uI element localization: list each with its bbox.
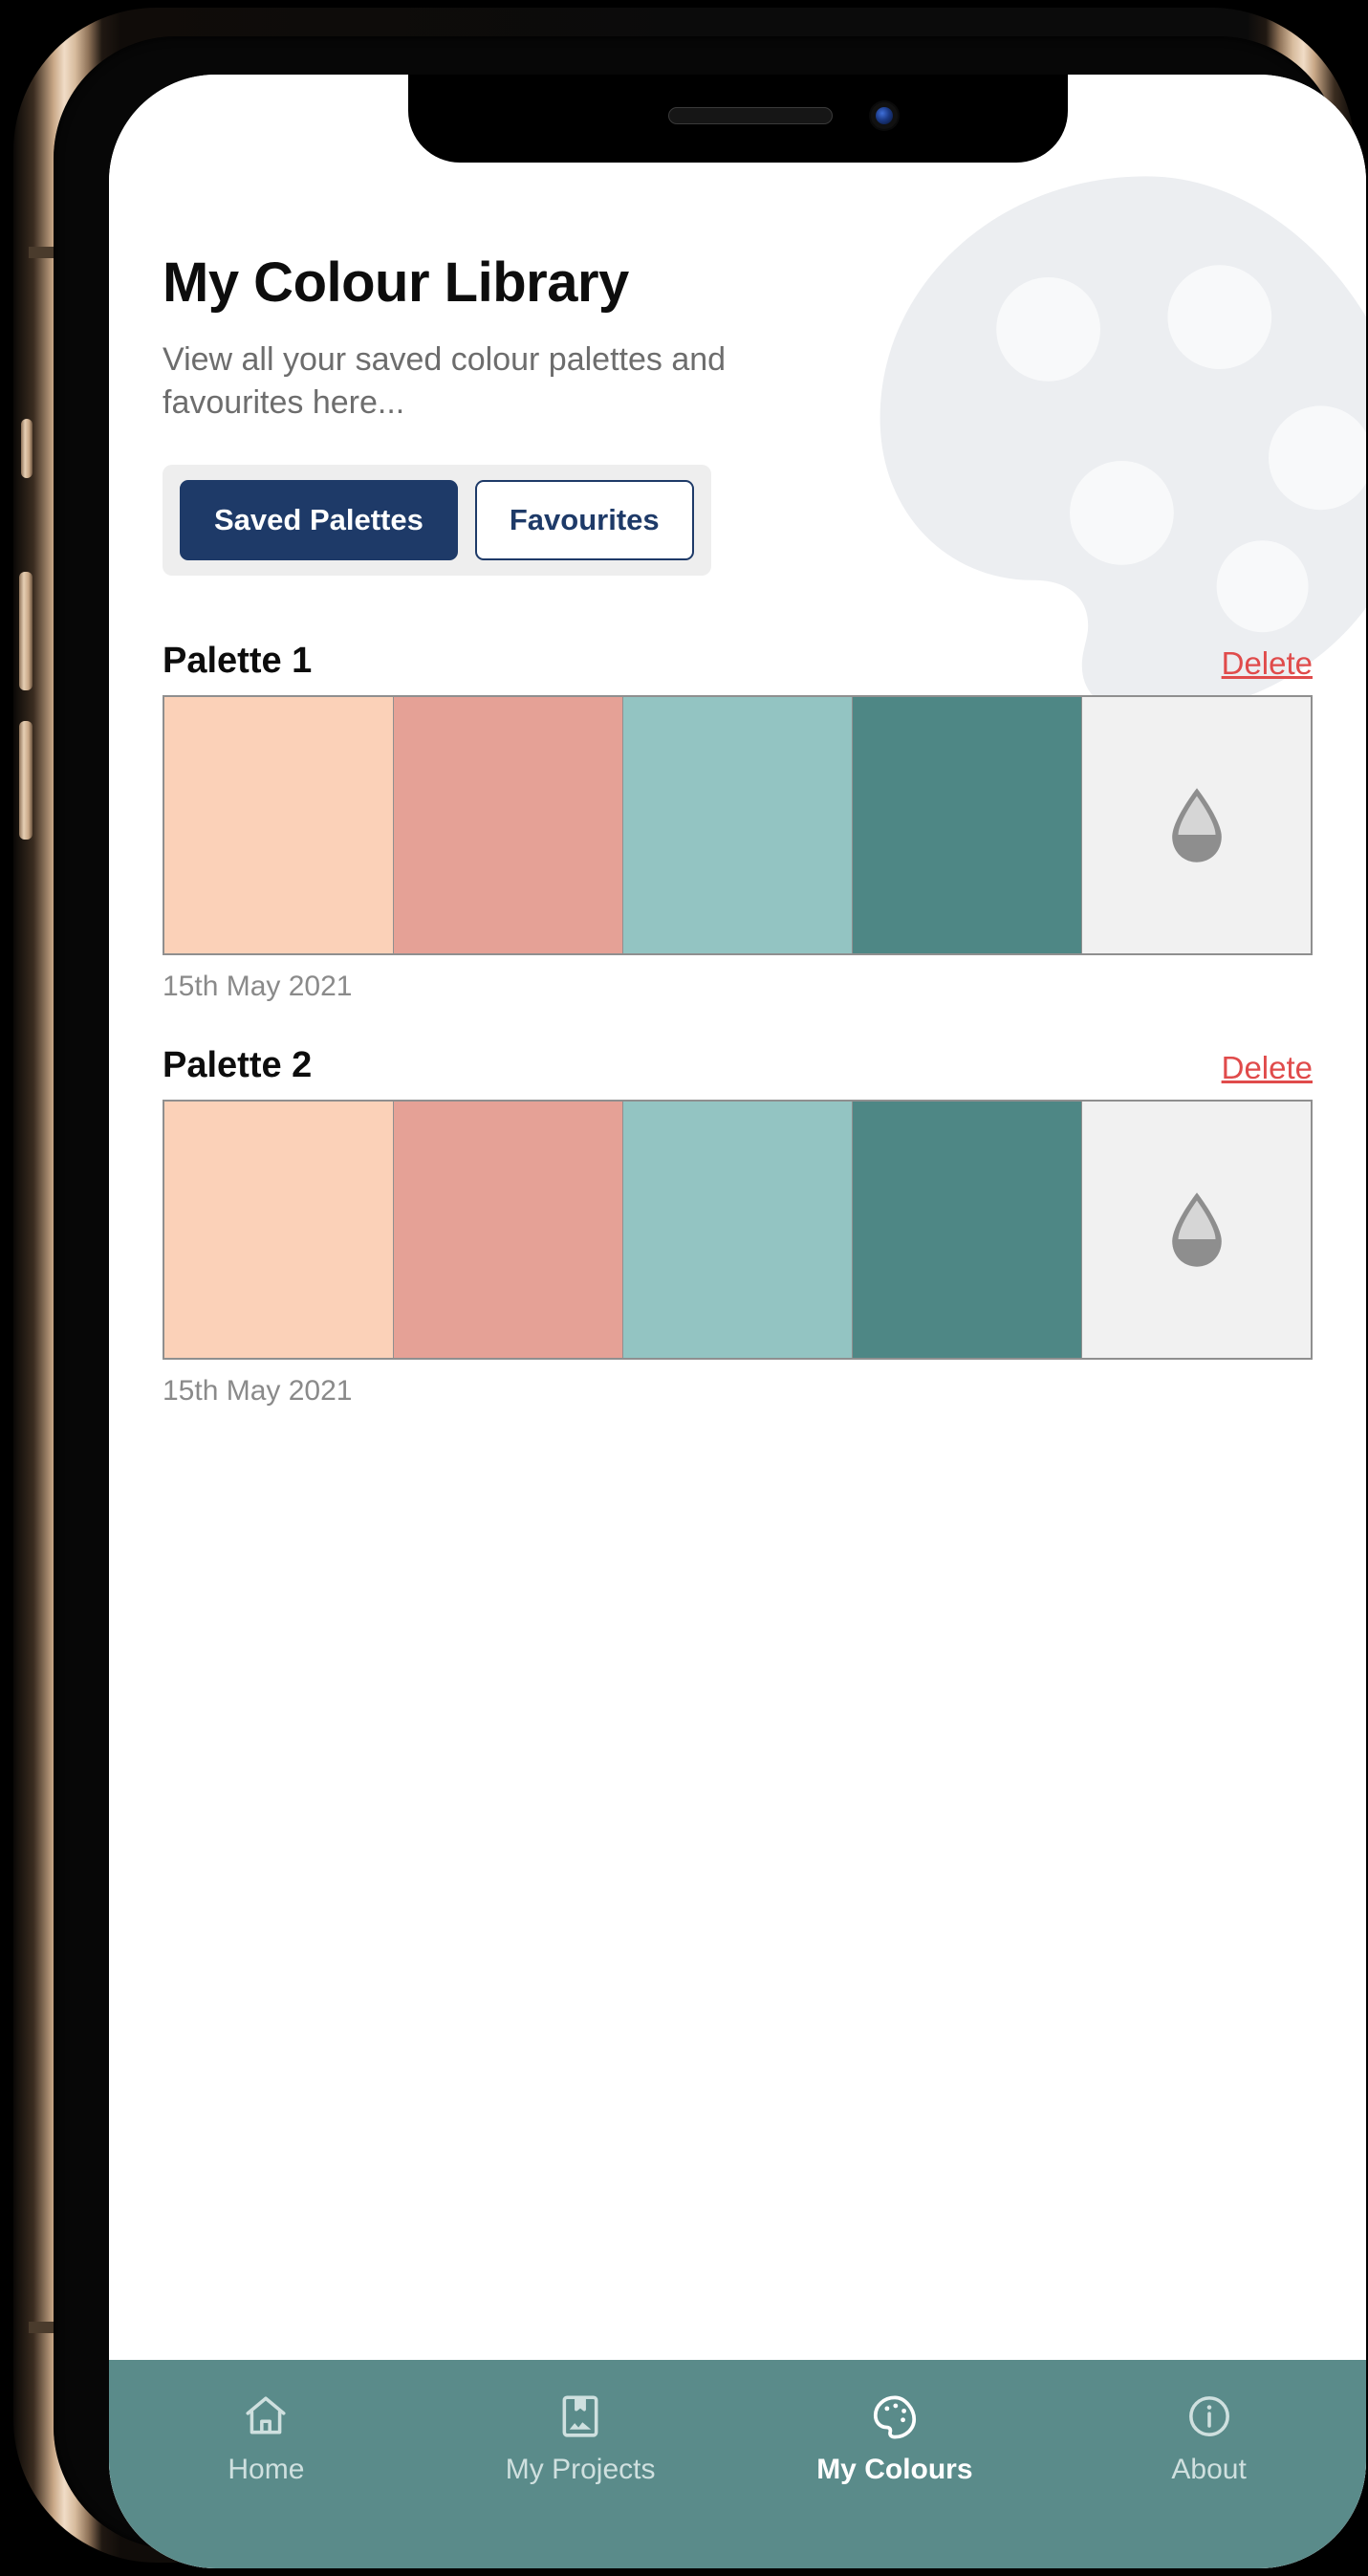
tab-saved-palettes[interactable]: Saved Palettes [180,479,458,560]
phone-bezel: My Colour Library View all your saved co… [54,36,1366,2568]
phone-outer-frame: My Colour Library View all your saved co… [13,8,1366,2568]
palette-header: Palette 1 Delete [163,641,1313,682]
app-root: My Colour Library View all your saved co… [109,75,1366,2568]
artwork-frame-icon [562,2395,598,2437]
home-icon [246,2396,286,2434]
bottom-navigation-bar: Home My Projects My Colours About [109,2360,1366,2568]
phone-screen: My Colour Library View all your saved co… [109,75,1366,2568]
volume-up-button[interactable] [19,572,33,690]
water-drop-icon [1171,1191,1222,1267]
colour-swatch[interactable] [394,696,623,953]
swatch-row [163,1099,1313,1360]
palette-card: Palette 1 Delete 15th May 2021 [163,641,1313,1003]
info-circle-icon [1188,2396,1229,2436]
nav-label-home: Home [228,2454,305,2485]
page-subtitle: View all your saved colour palettes and … [163,340,727,421]
nav-item-my-projects[interactable]: My Projects [423,2392,738,2486]
palette-card: Palette 2 Delete 15th May 2021 [163,1045,1313,1408]
phone-notch [407,75,1068,163]
page-title: My Colour Library [163,251,629,314]
delete-palette-link[interactable]: Delete [1222,645,1313,682]
nav-item-about[interactable]: About [1052,2392,1366,2486]
colour-swatch[interactable] [623,696,853,953]
screenshot-stage: My Colour Library View all your saved co… [0,0,1368,2576]
palette-name: Palette 2 [163,1044,313,1085]
colour-swatch[interactable] [623,1101,853,1358]
palette-header: Palette 2 Delete [163,1045,1313,1086]
antenna-band-top-left [29,247,54,258]
front-camera-icon [870,102,898,129]
palette-list: Palette 1 Delete 15th May 2021 Palette 2… [163,641,1313,1408]
nav-item-my-colours[interactable]: My Colours [738,2392,1053,2486]
nav-label-my-colours: My Colours [816,2454,973,2485]
silent-switch-button[interactable] [21,419,33,478]
volume-down-button[interactable] [19,721,33,840]
nav-label-about: About [1171,2454,1247,2485]
colour-swatch[interactable] [853,1101,1082,1358]
water-drop-icon [1171,787,1222,862]
tab-favourites[interactable]: Favourites [474,479,694,560]
colour-swatch[interactable] [164,1101,394,1358]
add-colour-swatch[interactable] [1082,696,1311,953]
colour-swatch[interactable] [853,696,1082,953]
nav-item-home[interactable]: Home [109,2392,423,2486]
speaker-grille-icon [667,107,833,124]
app-content: My Colour Library View all your saved co… [109,75,1366,2568]
colour-swatch[interactable] [164,696,394,953]
tab-bar: Saved Palettes Favourites [163,464,711,576]
delete-palette-link[interactable]: Delete [1222,1050,1313,1086]
add-colour-swatch[interactable] [1082,1101,1311,1358]
palette-name: Palette 1 [163,640,313,681]
nav-label-my-projects: My Projects [505,2454,656,2485]
antenna-band-bottom-left [29,2322,54,2333]
palette-date: 15th May 2021 [163,970,353,1002]
swatch-row [163,694,1313,955]
palette-icon [873,2395,916,2439]
palette-date: 15th May 2021 [163,1374,353,1407]
colour-swatch[interactable] [394,1101,623,1358]
